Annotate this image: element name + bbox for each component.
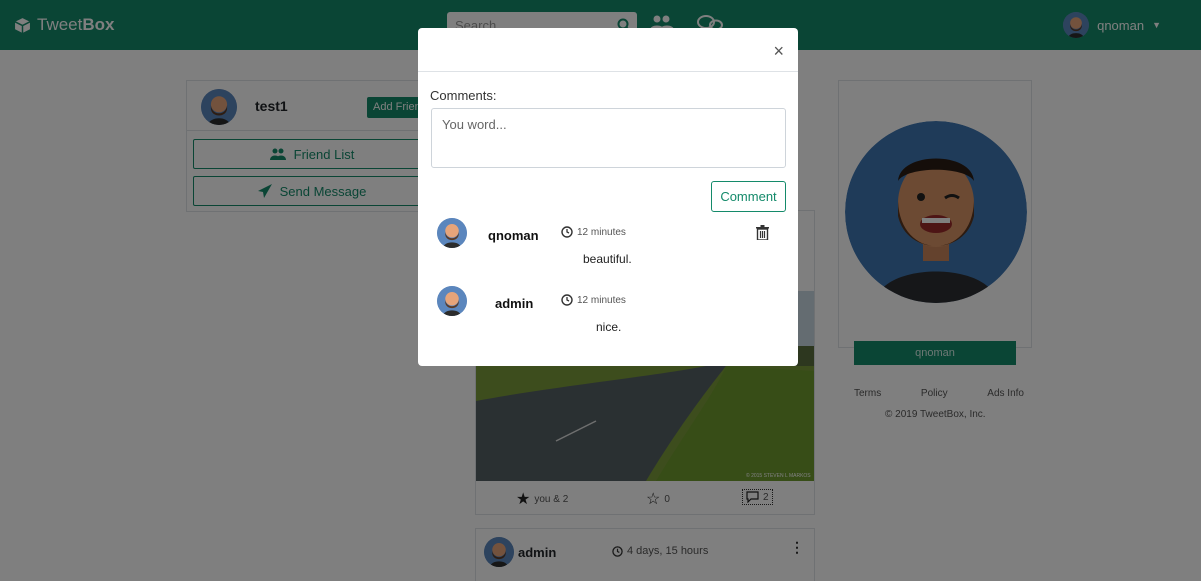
comment-author[interactable]: qnoman <box>488 228 539 243</box>
comment-text: beautiful. <box>583 252 632 266</box>
close-icon[interactable]: × <box>773 42 784 60</box>
clock-icon <box>561 294 573 306</box>
comments-label: Comments: <box>430 88 497 103</box>
comment-input[interactable] <box>431 108 786 168</box>
comment-item: admin 12 minutes nice. <box>418 286 798 346</box>
clock-icon <box>561 226 573 238</box>
modal-header: × <box>418 28 798 72</box>
comment-time: 12 minutes <box>561 294 626 306</box>
comment-time-text: 12 minutes <box>577 226 626 238</box>
comment-submit-button[interactable]: Comment <box>711 181 786 212</box>
comment-time-text: 12 minutes <box>577 294 626 306</box>
comment-item: qnoman 12 minutes beautiful. <box>418 218 798 278</box>
avatar <box>437 286 467 316</box>
comment-author[interactable]: admin <box>495 296 533 311</box>
comments-modal: × Comments: Comment qnoman 12 minutes be… <box>418 28 798 366</box>
trash-icon[interactable] <box>756 225 769 240</box>
comment-text: nice. <box>596 320 622 334</box>
comment-time: 12 minutes <box>561 226 626 238</box>
avatar <box>437 218 467 248</box>
